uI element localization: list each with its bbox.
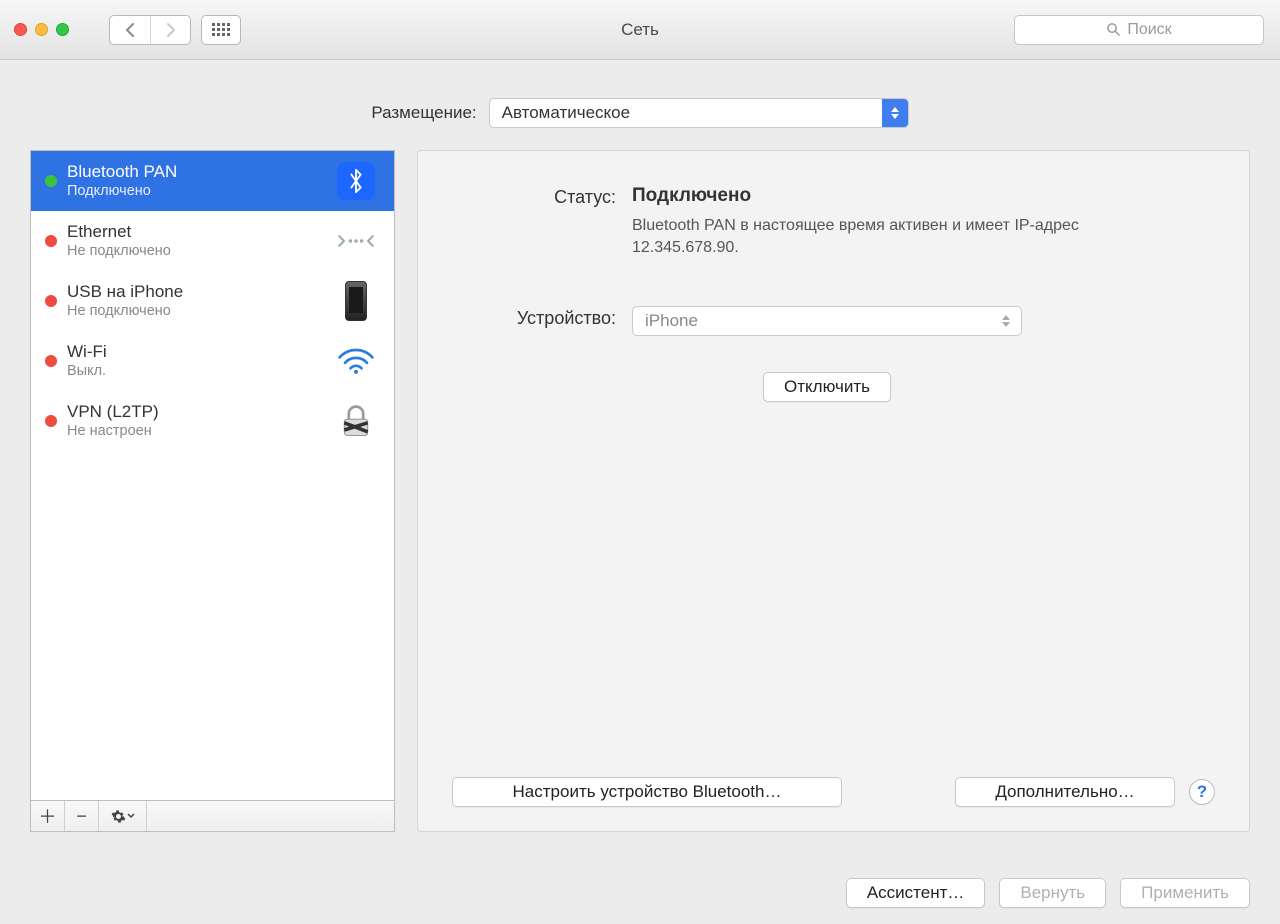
status-dot-icon xyxy=(45,415,57,427)
service-sub: Не настроен xyxy=(67,423,326,440)
chevron-left-icon xyxy=(124,22,136,38)
service-sub: Выкл. xyxy=(67,363,326,380)
location-value: Автоматическое xyxy=(502,103,630,123)
wifi-icon xyxy=(336,341,376,381)
location-popup[interactable]: Автоматическое xyxy=(489,98,909,128)
assistant-button[interactable]: Ассистент… xyxy=(846,878,986,908)
location-label: Размещение: xyxy=(371,103,476,123)
status-desc: Bluetooth PAN в настоящее время активен … xyxy=(632,215,1132,258)
status-dot-icon xyxy=(45,175,57,187)
service-sub: Не подключено xyxy=(67,303,326,320)
add-service-button[interactable]: ＋ xyxy=(31,801,65,831)
lock-icon xyxy=(336,401,376,441)
show-all-button[interactable] xyxy=(201,15,241,45)
chevron-updown-icon xyxy=(882,99,908,127)
service-name: Wi-Fi xyxy=(67,342,326,362)
service-bluetooth-pan[interactable]: Bluetooth PAN Подключено xyxy=(31,151,394,211)
nav-buttons xyxy=(109,15,191,45)
gear-icon xyxy=(111,809,126,824)
advanced-button[interactable]: Дополнительно… xyxy=(955,777,1175,807)
content: Bluetooth PAN Подключено Ethernet Не под… xyxy=(0,150,1280,862)
ethernet-icon xyxy=(336,221,376,261)
status-dot-icon xyxy=(45,295,57,307)
forward-button[interactable] xyxy=(150,16,190,44)
service-sub: Не подключено xyxy=(67,243,326,260)
search-placeholder: Поиск xyxy=(1127,21,1171,39)
chevron-updown-icon xyxy=(997,307,1015,335)
window: Сеть Поиск Размещение: Автоматическое Bl… xyxy=(0,0,1280,924)
minimize-window-button[interactable] xyxy=(35,23,48,36)
disconnect-button[interactable]: Отключить xyxy=(763,372,891,402)
chevron-down-icon xyxy=(127,813,135,819)
service-actions-button[interactable] xyxy=(99,801,147,831)
apply-button[interactable]: Применить xyxy=(1120,878,1250,908)
grid-icon xyxy=(212,23,230,36)
service-name: VPN (L2TP) xyxy=(67,402,326,422)
service-sub: Подключено xyxy=(67,183,326,200)
service-vpn[interactable]: VPN (L2TP) Не настроен xyxy=(31,391,394,451)
status-dot-icon xyxy=(45,355,57,367)
titlebar: Сеть Поиск xyxy=(0,0,1280,60)
close-window-button[interactable] xyxy=(14,23,27,36)
remove-service-button[interactable]: − xyxy=(65,801,99,831)
configure-bluetooth-button[interactable]: Настроить устройство Bluetooth… xyxy=(452,777,842,807)
service-name: USB на iPhone xyxy=(67,282,326,302)
location-row: Размещение: Автоматическое xyxy=(0,60,1280,150)
detail-panel: Статус: Подключено Bluetooth PAN в насто… xyxy=(417,150,1250,832)
status-dot-icon xyxy=(45,235,57,247)
status-label: Статус: xyxy=(452,185,632,258)
device-popup[interactable]: iPhone xyxy=(632,306,1022,336)
back-button[interactable] xyxy=(110,16,150,44)
service-name: Ethernet xyxy=(67,222,326,242)
status-value: Подключено xyxy=(632,185,1215,207)
service-usb-iphone[interactable]: USB на iPhone Не подключено xyxy=(31,271,394,331)
sidebar: Bluetooth PAN Подключено Ethernet Не под… xyxy=(30,150,395,832)
window-footer: Ассистент… Вернуть Применить xyxy=(0,862,1280,924)
service-wifi[interactable]: Wi-Fi Выкл. xyxy=(31,331,394,391)
service-name: Bluetooth PAN xyxy=(67,162,326,182)
device-value: iPhone xyxy=(645,311,698,331)
device-label: Устройство: xyxy=(452,306,632,336)
traffic-lights xyxy=(14,23,69,36)
service-list: Bluetooth PAN Подключено Ethernet Не под… xyxy=(30,150,395,800)
service-list-footer: ＋ − xyxy=(30,800,395,832)
help-button[interactable]: ? xyxy=(1189,779,1215,805)
phone-icon xyxy=(336,281,376,321)
bluetooth-icon xyxy=(336,161,376,201)
chevron-right-icon xyxy=(165,22,177,38)
search-input[interactable]: Поиск xyxy=(1014,15,1264,45)
search-icon xyxy=(1106,22,1121,37)
revert-button[interactable]: Вернуть xyxy=(999,878,1106,908)
zoom-window-button[interactable] xyxy=(56,23,69,36)
service-ethernet[interactable]: Ethernet Не подключено xyxy=(31,211,394,271)
window-title: Сеть xyxy=(621,20,659,40)
